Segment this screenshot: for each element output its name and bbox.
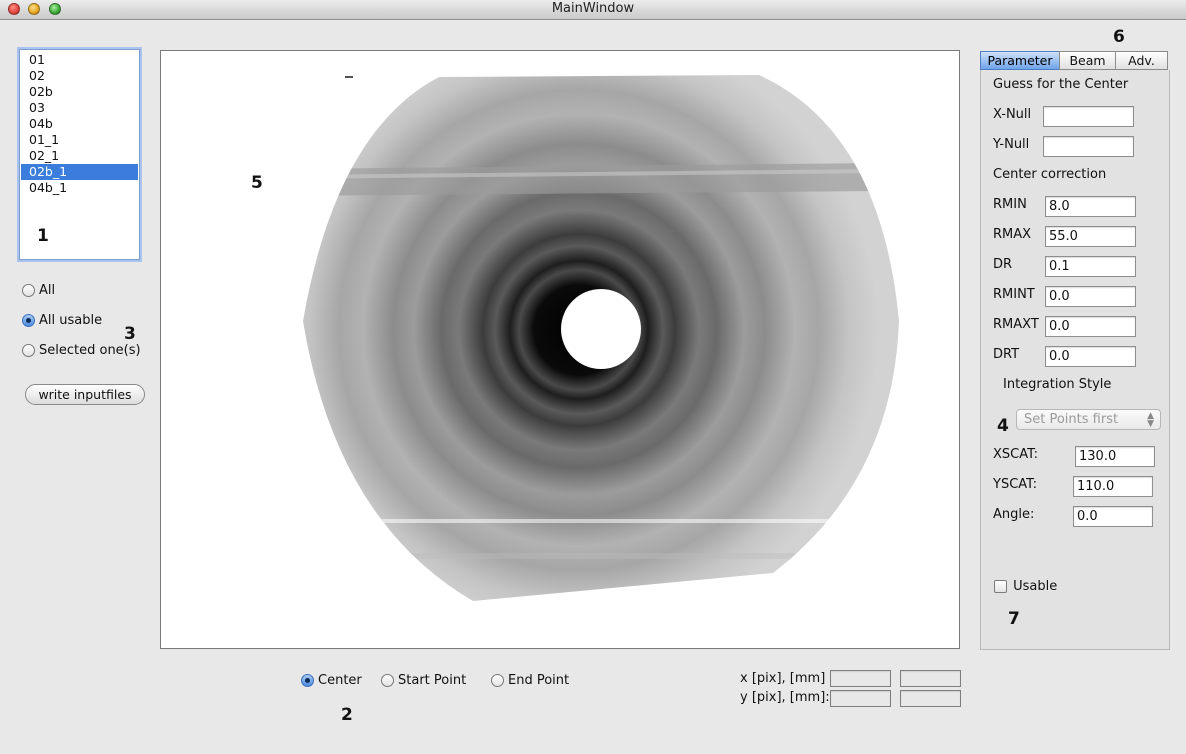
file-list-item[interactable]: 03 [21,100,138,116]
dr-input[interactable]: 0.1 [1045,256,1136,277]
file-list-item[interactable]: 02_1 [21,148,138,164]
radio-start-point-button[interactable] [381,674,394,687]
radio-start-point-label: Start Point [398,673,467,688]
window-title: MainWindow [551,1,635,16]
rmint-input[interactable]: 0.0 [1045,286,1136,307]
integration-style-heading: Integration Style [1003,377,1112,392]
file-list-item[interactable]: 01 [21,52,138,68]
rmint-label: RMINT [993,287,1035,302]
callout-7: 7 [1008,609,1020,629]
yscat-label: YSCAT: [993,477,1038,492]
usable-checkbox-row[interactable]: Usable [994,579,1057,594]
radio-all[interactable]: All [22,283,55,298]
radio-all-usable-label: All usable [39,313,103,328]
rmaxt-label: RMAXT [993,317,1039,332]
radio-all-button[interactable] [22,284,35,297]
drt-label: DRT [993,347,1020,362]
x-readout-label: x [pix], [mm] [740,671,826,686]
rmin-input[interactable]: 8.0 [1045,196,1136,217]
title-bar: MainWindow [0,0,1186,20]
radio-center[interactable]: Center [301,673,362,688]
x-null-input[interactable] [1043,106,1134,127]
radio-selected[interactable]: Selected one(s) [22,343,141,358]
x-null-label: X-Null [993,107,1032,122]
file-list-item[interactable]: 04b [21,116,138,132]
angle-label: Angle: [993,507,1035,522]
xscat-input[interactable]: 130.0 [1075,446,1155,467]
tab-adv[interactable]: Adv. [1115,51,1168,70]
file-list-item-selected[interactable]: 02b_1 [21,164,138,180]
radio-selected-button[interactable] [22,344,35,357]
integration-style-value: Set Points first [1024,412,1119,427]
callout-3: 3 [124,324,136,344]
tab-parameter[interactable]: Parameter [980,51,1060,70]
integration-style-select[interactable]: Set Points first ▲ ▼ [1016,409,1161,430]
xscat-label: XSCAT: [993,447,1039,462]
rmax-label: RMAX [993,227,1032,242]
file-list-item[interactable]: 02 [21,68,138,84]
angle-input[interactable]: 0.0 [1073,506,1153,527]
yscat-input[interactable]: 110.0 [1073,476,1153,497]
write-inputfiles-button[interactable]: write inputfiles [25,384,145,405]
rmaxt-input[interactable]: 0.0 [1045,316,1136,337]
y-mm-field [900,690,961,707]
radio-selected-label: Selected one(s) [39,343,141,358]
radio-end-point-label: End Point [508,673,570,688]
rmin-label: RMIN [993,197,1027,212]
y-readout-label: y [pix], [mm]: [740,690,830,705]
callout-5: 5 [251,173,263,193]
callout-6: 6 [1113,27,1125,47]
drt-input[interactable]: 0.0 [1045,346,1136,367]
usable-checkbox[interactable] [994,580,1007,593]
file-list-item[interactable]: 01_1 [21,132,138,148]
y-null-label: Y-Null [993,137,1030,152]
radio-all-label: All [39,283,56,298]
tab-beam[interactable]: Beam [1059,51,1116,70]
tab-bar: Parameter Beam Adv. [980,51,1168,71]
diffraction-image-view[interactable] [160,50,960,649]
radio-center-label: Center [318,673,362,688]
file-list-item[interactable]: 02b [21,84,138,100]
x-pix-field [830,670,891,687]
usable-label: Usable [1013,579,1058,594]
center-correction-heading: Center correction [993,167,1107,182]
radio-all-usable[interactable]: All usable [22,313,102,328]
x-mm-field [900,670,961,687]
file-list-item[interactable]: 04b_1 [21,180,138,196]
guess-heading: Guess for the Center [993,77,1129,92]
callout-4: 4 [997,416,1009,436]
radio-end-point[interactable]: End Point [491,673,569,688]
updown-arrows-icon: ▲ ▼ [1147,411,1154,429]
radio-end-point-button[interactable] [491,674,504,687]
callout-2: 2 [341,705,353,725]
diffraction-image [303,75,899,601]
dr-label: DR [993,257,1013,272]
callout-1: 1 [37,226,49,246]
radio-start-point[interactable]: Start Point [381,673,466,688]
rmax-input[interactable]: 55.0 [1045,226,1136,247]
y-null-input[interactable] [1043,136,1134,157]
radio-center-button[interactable] [301,674,314,687]
radio-all-usable-button[interactable] [22,314,35,327]
y-pix-field [830,690,891,707]
